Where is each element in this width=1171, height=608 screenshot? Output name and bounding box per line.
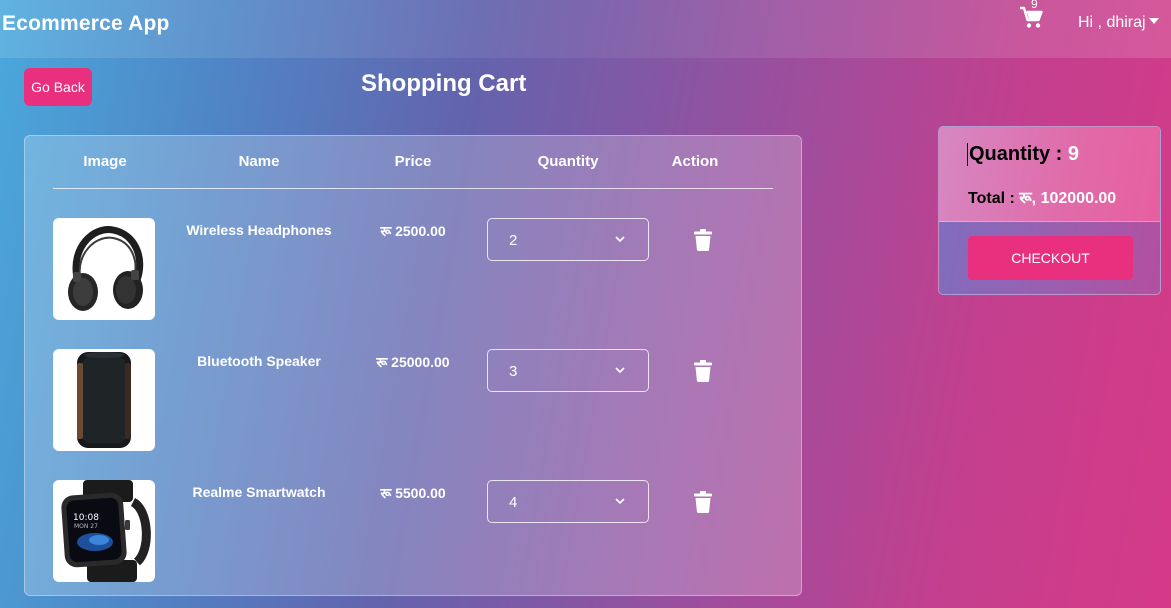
quantity-select[interactable]: 2 — [487, 218, 649, 261]
item-price: रू 2500.00 — [380, 223, 446, 239]
item-price: रू 5500.00 — [380, 485, 446, 501]
chevron-down-icon — [615, 498, 625, 505]
trash-icon[interactable] — [693, 229, 713, 251]
header-action: Action — [671, 153, 719, 170]
trash-icon[interactable] — [693, 360, 713, 382]
quantity-value: 2 — [509, 232, 518, 249]
svg-text:10:08: 10:08 — [73, 513, 99, 523]
chevron-down-icon — [615, 236, 625, 243]
trash-icon[interactable] — [693, 491, 713, 513]
navbar: Ecommerce App 9 Hi , dhiraj — [0, 0, 1171, 58]
summary-header: Quantity : 9 Total : रू, 102000.00 — [939, 127, 1160, 222]
item-price: रू 25000.00 — [376, 354, 450, 370]
svg-text:MON 27: MON 27 — [74, 523, 98, 530]
header-quantity: Quantity — [537, 153, 599, 170]
quantity-value: 3 — [509, 363, 518, 380]
table-row: 10:08 MON 27 Realme Smartwatch रू 5500.0… — [25, 480, 801, 584]
header-divider — [53, 188, 773, 189]
cart-table: Image Name Price Quantity Action Wireles… — [24, 135, 802, 596]
brand-logo[interactable]: Ecommerce App — [2, 12, 170, 36]
summary-quantity-label: Quantity : — [969, 143, 1068, 165]
summary-total-label: Total : — [968, 190, 1020, 207]
quantity-value: 4 — [509, 494, 518, 511]
summary-quantity: Quantity : 9 — [967, 143, 1079, 166]
header-price: Price — [394, 153, 432, 170]
summary-quantity-value: 9 — [1067, 143, 1080, 165]
user-dropdown[interactable]: Hi , dhiraj — [1078, 14, 1159, 32]
table-row: Wireless Headphones रू 2500.00 2 — [25, 218, 801, 322]
summary-total: Total : रू, 102000.00 — [968, 186, 1116, 208]
user-greeting: Hi , dhiraj — [1078, 14, 1146, 31]
smartwatch-image: 10:08 MON 27 — [53, 480, 155, 582]
header-image: Image — [83, 153, 127, 170]
order-summary: Quantity : 9 Total : रू, 102000.00 CHECK… — [938, 126, 1161, 295]
go-back-button[interactable]: Go Back — [24, 68, 92, 106]
table-row: Bluetooth Speaker रू 25000.00 3 — [25, 349, 801, 453]
item-name: Realme Smartwatch — [192, 484, 326, 500]
speaker-image — [53, 349, 155, 451]
checkout-button[interactable]: CHECKOUT — [968, 236, 1133, 280]
quantity-select[interactable]: 4 — [487, 480, 649, 523]
item-name: Wireless Headphones — [186, 222, 332, 238]
page-title: Shopping Cart — [361, 70, 527, 97]
header-name: Name — [238, 153, 280, 170]
cart-count-badge: 9 — [1031, 0, 1038, 11]
headphones-image — [53, 218, 155, 320]
caret-down-icon — [1148, 18, 1159, 24]
item-name: Bluetooth Speaker — [197, 353, 321, 369]
summary-total-value: रू, 102000.00 — [1019, 190, 1117, 207]
quantity-select[interactable]: 3 — [487, 349, 649, 392]
chevron-down-icon — [615, 367, 625, 374]
